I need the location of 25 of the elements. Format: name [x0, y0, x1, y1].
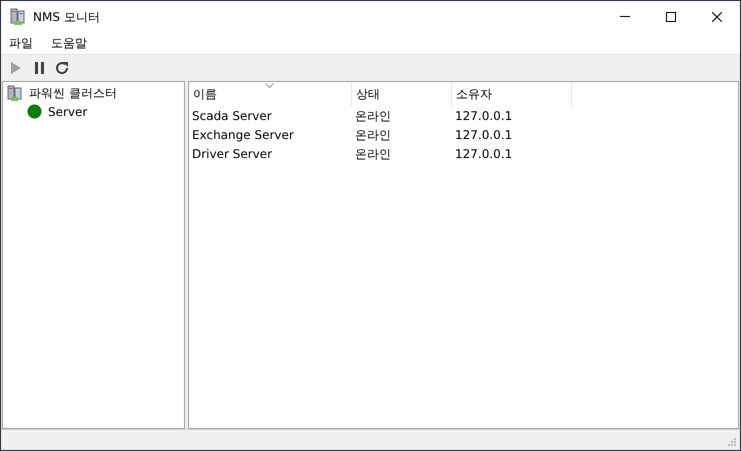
- minimize-icon: [620, 16, 630, 17]
- column-header[interactable]: 상태: [352, 82, 452, 106]
- table-cell-text: Exchange Server: [191, 126, 295, 144]
- menu-item[interactable]: 도움말: [51, 34, 87, 52]
- tree-item[interactable]: 파워씬 클러스터: [29, 84, 117, 102]
- tree-item[interactable]: Server: [48, 102, 88, 120]
- close-icon: [712, 12, 722, 22]
- toolbar-button[interactable]: [53, 59, 70, 76]
- menu-item[interactable]: 파일: [9, 34, 33, 52]
- column-header[interactable]: 이름: [189, 82, 352, 106]
- table-cell-text: 127.0.0.1: [454, 108, 514, 124]
- column-header[interactable]: 소유자: [452, 82, 572, 106]
- server-app-icon: [10, 8, 26, 26]
- resize-grip-icon: [728, 438, 737, 447]
- maximize-icon: [666, 12, 676, 22]
- refresh-icon: [54, 60, 70, 76]
- server-icon: [7, 84, 23, 100]
- table-cell-text: 온라인: [354, 126, 392, 144]
- window-title: NMS 모니터: [33, 8, 100, 26]
- table-cell-text: Driver Server: [191, 146, 274, 162]
- table-cell-text: 온라인: [354, 146, 392, 162]
- table-cell-text: 온라인: [354, 108, 392, 124]
- table-cell-text: 127.0.0.1: [454, 126, 514, 144]
- table-cell-text: 127.0.0.1: [454, 146, 514, 162]
- table-cell-text: Scada Server: [191, 108, 273, 124]
